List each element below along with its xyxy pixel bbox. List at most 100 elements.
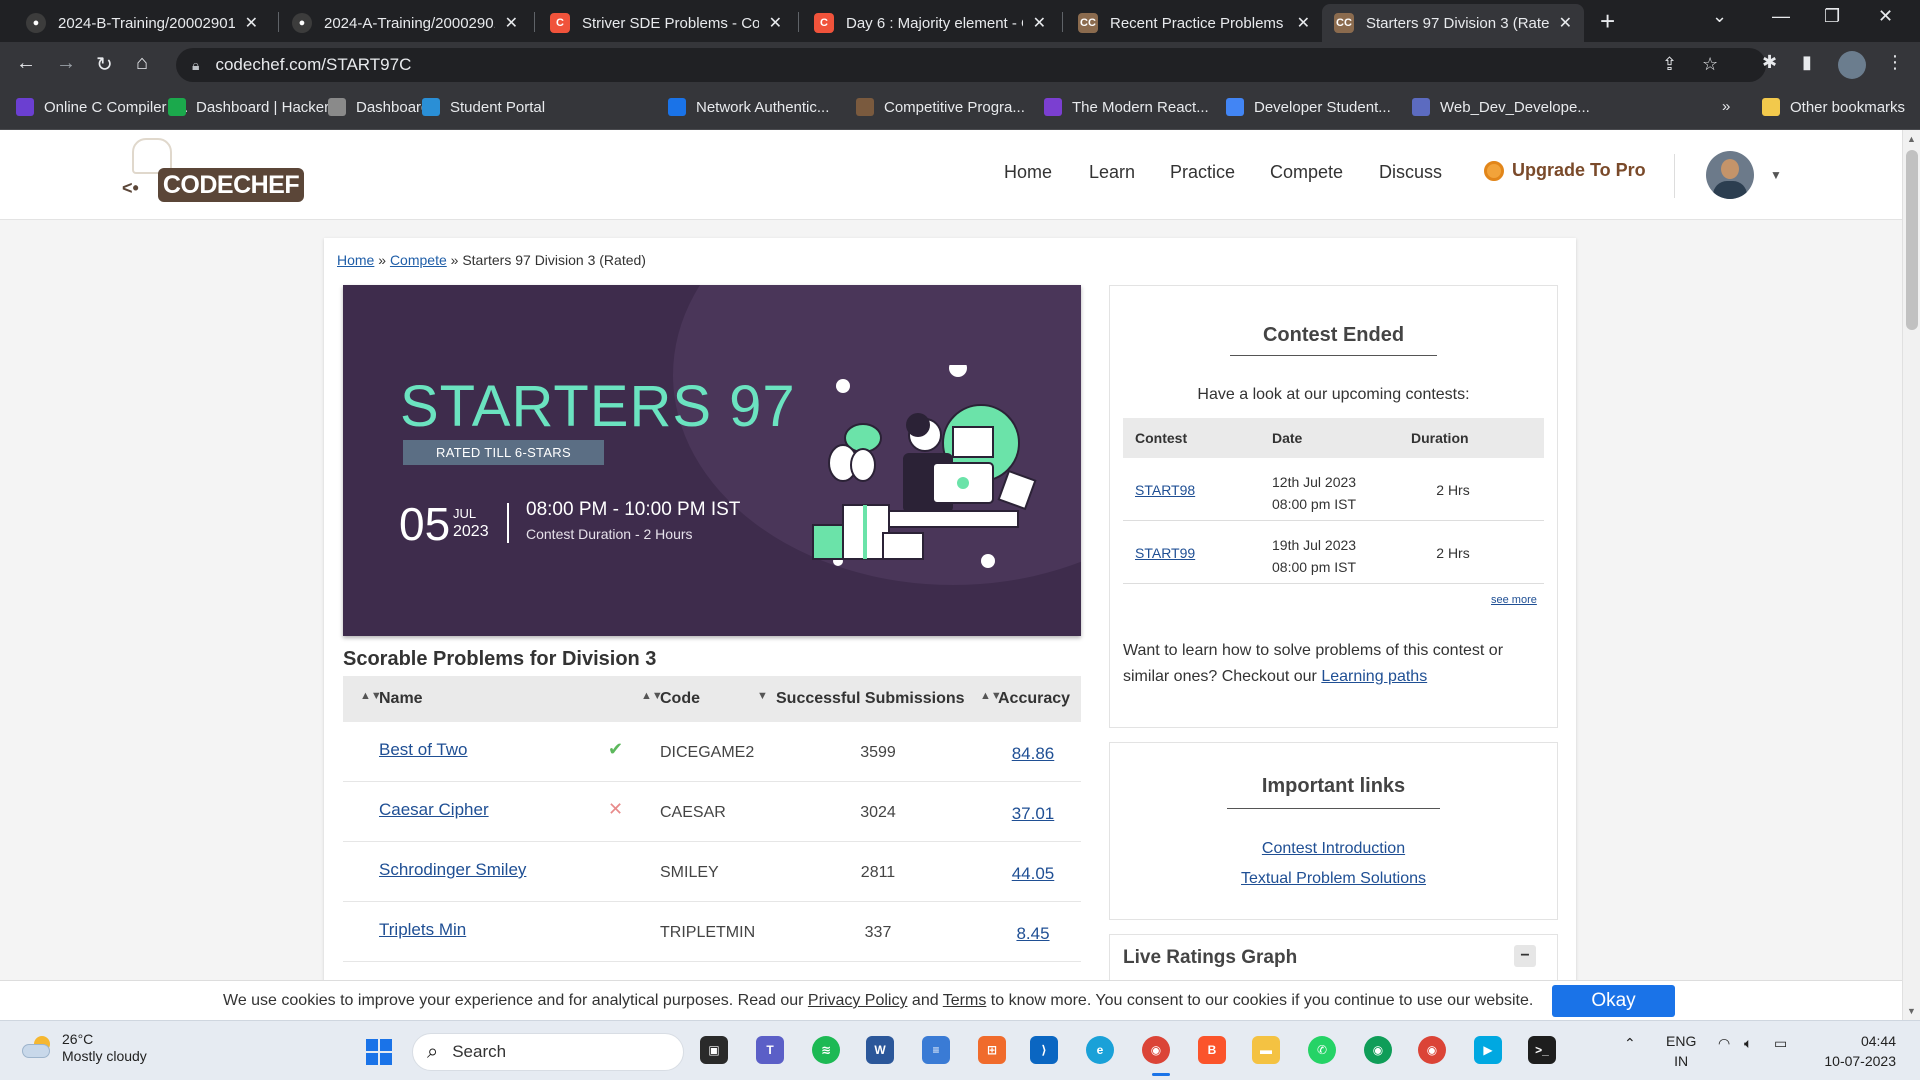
- close-tab-icon[interactable]: ✕: [245, 13, 258, 33]
- close-tab-icon[interactable]: ✕: [505, 13, 518, 33]
- browser-tab[interactable]: ● 2024-B-Training/20002901... ✕: [14, 4, 270, 42]
- contest-introduction-link[interactable]: Contest Introduction: [1110, 840, 1557, 858]
- accuracy-link[interactable]: 8.45: [1003, 924, 1063, 944]
- tab-search-icon[interactable]: ⌄: [1712, 6, 1727, 27]
- teams-icon[interactable]: T: [756, 1036, 784, 1064]
- bookmark-item[interactable]: Dashboard | Hacker...: [168, 98, 341, 116]
- minimize-icon[interactable]: —: [1772, 6, 1790, 27]
- terminal-icon[interactable]: >_: [1528, 1036, 1556, 1064]
- bookmark-item[interactable]: Competitive Progra...: [856, 98, 1025, 116]
- bookmark-item[interactable]: The Modern React...: [1044, 98, 1209, 116]
- problem-name-link[interactable]: Schrodinger Smiley: [379, 860, 526, 880]
- weather-widget[interactable]: 26°C Mostly cloudy: [22, 1031, 147, 1065]
- home-icon[interactable]: ⌂: [136, 52, 148, 75]
- url-field[interactable]: 🔒︎ codechef.com/START97C ⇪ ☆: [176, 48, 1766, 82]
- nav-practice[interactable]: Practice: [1170, 162, 1235, 183]
- whatsapp-icon[interactable]: ✆: [1308, 1036, 1336, 1064]
- problem-name-link[interactable]: Triplets Min: [379, 920, 466, 940]
- windows-start-icon[interactable]: [366, 1039, 392, 1065]
- wifi-icon[interactable]: ◠: [1718, 1035, 1730, 1052]
- close-window-icon[interactable]: ✕: [1878, 6, 1893, 27]
- page-scrollbar[interactable]: ▲ ▼: [1902, 130, 1920, 1020]
- sort-desc-icon[interactable]: ▼: [757, 690, 768, 702]
- system-clock[interactable]: 04:44 10-07-2023: [1818, 1031, 1896, 1071]
- close-tab-icon[interactable]: ✕: [1033, 13, 1046, 33]
- accuracy-link[interactable]: 37.01: [1003, 804, 1063, 824]
- chrome-profile-icon[interactable]: ◉: [1364, 1036, 1392, 1064]
- col-code-header[interactable]: Code: [660, 690, 700, 708]
- textual-solutions-link[interactable]: Textual Problem Solutions: [1110, 870, 1557, 888]
- browser-tab[interactable]: ● 2024-A-Training/2000290120... ✕: [280, 4, 530, 42]
- learning-paths-link[interactable]: Learning paths: [1321, 668, 1427, 685]
- scrollbar-thumb[interactable]: [1906, 150, 1918, 330]
- vscode-icon[interactable]: ⟩: [1030, 1036, 1058, 1064]
- chrome-icon[interactable]: ◉: [1142, 1036, 1170, 1064]
- scroll-down-icon[interactable]: ▼: [1907, 1006, 1916, 1016]
- nav-home[interactable]: Home: [1004, 162, 1052, 183]
- nav-learn[interactable]: Learn: [1089, 162, 1135, 183]
- privacy-policy-link[interactable]: Privacy Policy: [808, 992, 908, 1009]
- problem-name-link[interactable]: Best of Two: [379, 740, 468, 760]
- col-name-header[interactable]: Name: [379, 690, 423, 708]
- chevron-up-icon[interactable]: ⌃: [1624, 1035, 1636, 1052]
- browser-tab[interactable]: C Striver SDE Problems - Codi ✕: [538, 4, 794, 42]
- restore-icon[interactable]: ❐: [1824, 6, 1840, 27]
- other-bookmarks[interactable]: Other bookmarks: [1762, 98, 1905, 116]
- bookmark-item[interactable]: Network Authentic...: [668, 98, 829, 116]
- breadcrumb-compete[interactable]: Compete: [390, 252, 447, 268]
- problem-name-link[interactable]: Caesar Cipher: [379, 800, 489, 820]
- reload-icon[interactable]: ↻: [96, 52, 113, 77]
- terms-link[interactable]: Terms: [943, 992, 987, 1009]
- bookmarks-overflow-icon[interactable]: »: [1722, 98, 1730, 115]
- bookmark-item[interactable]: Dashboard: [328, 98, 429, 116]
- notepad-icon[interactable]: ≡: [922, 1036, 950, 1064]
- codechef-logo[interactable]: <• CODECHEF: [122, 138, 307, 210]
- edge-icon[interactable]: e: [1086, 1036, 1114, 1064]
- nav-discuss[interactable]: Discuss: [1379, 162, 1442, 183]
- close-tab-icon[interactable]: ✕: [1297, 13, 1310, 33]
- bookmark-star-icon[interactable]: ☆: [1702, 54, 1718, 75]
- nav-compete[interactable]: Compete: [1270, 162, 1343, 183]
- user-avatar[interactable]: [1706, 151, 1754, 199]
- prime-video-icon[interactable]: ▶: [1474, 1036, 1502, 1064]
- accuracy-link[interactable]: 44.05: [1003, 864, 1063, 884]
- lock-icon[interactable]: 🔒︎: [192, 57, 199, 74]
- bookmark-item[interactable]: Student Portal: [422, 98, 545, 116]
- contest-code-link[interactable]: START98: [1135, 482, 1195, 498]
- bookmark-item[interactable]: Web_Dev_Develope...: [1412, 98, 1590, 116]
- share-icon[interactable]: ⇪: [1662, 54, 1677, 75]
- volume-icon[interactable]: 🔈︎: [1744, 1035, 1752, 1052]
- browser-tab[interactable]: C Day 6 : Majority element - C ✕: [802, 4, 1058, 42]
- brave-icon[interactable]: B: [1198, 1036, 1226, 1064]
- task-view-icon[interactable]: ▣: [700, 1036, 728, 1064]
- spotify-icon[interactable]: ≋: [812, 1036, 840, 1064]
- col-accuracy-header[interactable]: Accuracy: [998, 690, 1070, 708]
- see-more-link[interactable]: see more: [1491, 594, 1537, 606]
- codeblocks-icon[interactable]: ⊞: [978, 1036, 1006, 1064]
- chevron-down-icon[interactable]: ▼: [1770, 168, 1782, 182]
- close-tab-icon[interactable]: ✕: [1559, 13, 1572, 33]
- taskbar-search[interactable]: ⌕ Search: [412, 1033, 684, 1071]
- bookmark-item[interactable]: Developer Student...: [1226, 98, 1391, 116]
- breadcrumb-home[interactable]: Home: [337, 252, 374, 268]
- file-explorer-icon[interactable]: ▬: [1252, 1036, 1280, 1064]
- back-icon[interactable]: ←: [16, 52, 36, 75]
- language-indicator[interactable]: ENG IN: [1666, 1031, 1696, 1071]
- close-tab-icon[interactable]: ✕: [769, 13, 782, 33]
- browser-menu-icon[interactable]: ⋮: [1886, 52, 1904, 73]
- side-panel-icon[interactable]: ▮: [1802, 52, 1812, 73]
- extensions-icon[interactable]: ✱: [1762, 52, 1777, 73]
- forward-icon[interactable]: →: [56, 52, 76, 75]
- word-icon[interactable]: W: [866, 1036, 894, 1064]
- collapse-button[interactable]: −: [1514, 945, 1536, 967]
- accuracy-link[interactable]: 84.86: [1003, 744, 1063, 764]
- col-submissions-header[interactable]: Successful Submissions: [776, 690, 965, 708]
- browser-profile-avatar[interactable]: [1838, 51, 1866, 79]
- battery-icon[interactable]: ▭: [1774, 1035, 1787, 1052]
- contest-code-link[interactable]: START99: [1135, 545, 1195, 561]
- browser-tab-active[interactable]: CC Starters 97 Division 3 (Rated ✕: [1322, 4, 1584, 42]
- browser-tab[interactable]: CC Recent Practice Problems - ✕: [1066, 4, 1322, 42]
- bookmark-item[interactable]: Online C Compiler -...: [16, 98, 188, 116]
- chrome-profile-icon[interactable]: ◉: [1418, 1036, 1446, 1064]
- new-tab-icon[interactable]: +: [1600, 6, 1615, 37]
